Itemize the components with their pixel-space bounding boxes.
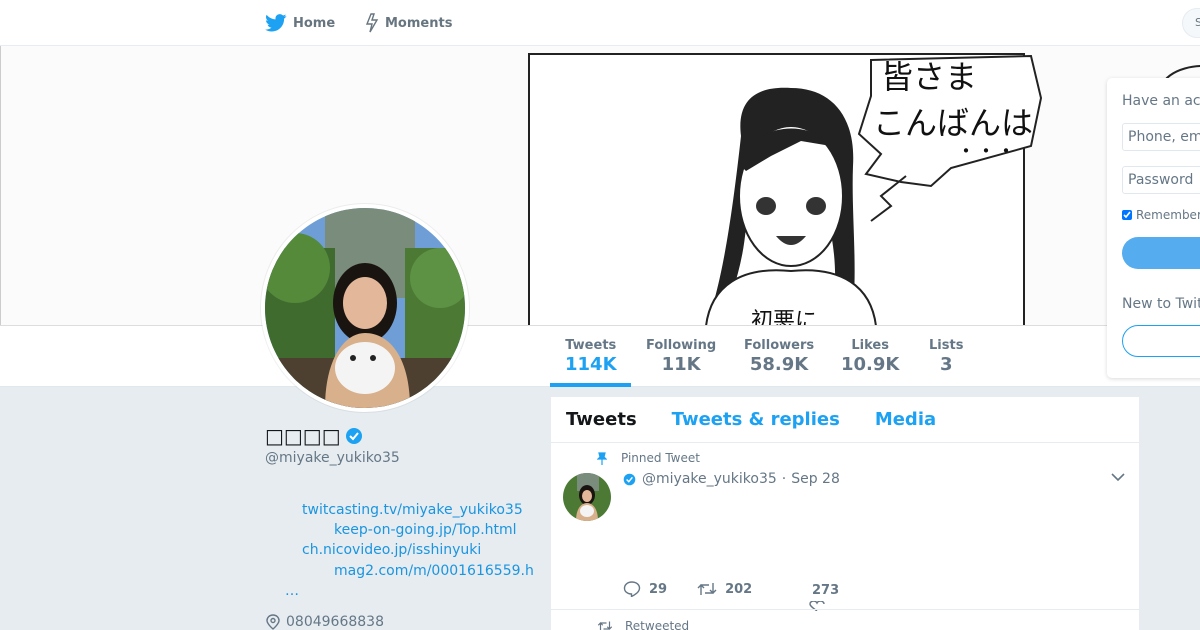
stat-following-value: 11K (661, 354, 701, 375)
login-password-input[interactable] (1122, 166, 1200, 194)
shirt-text: 初悪に (751, 309, 817, 326)
retweet-small-icon (597, 621, 613, 630)
retweeted-context: Retweeted (597, 619, 689, 630)
stat-following-label: Following (646, 338, 717, 353)
remember-me-checkbox[interactable] (1122, 210, 1132, 220)
profile-nav-bar: Tweets 114K Following 11K Followers 58.9… (0, 325, 1200, 387)
stat-tweets-label: Tweets (565, 338, 617, 353)
timeline-tabs: Tweets Tweets & replies Media (551, 397, 1139, 443)
nav-moments-label: Moments (385, 15, 453, 31)
tweet-actions: 29 202 (623, 581, 782, 597)
stat-followers[interactable]: Followers 58.9K (744, 338, 814, 377)
tweet-separator: · (781, 471, 787, 487)
tweet-avatar[interactable] (563, 473, 611, 521)
tweet-avatar-photo (563, 473, 611, 521)
retweet-action[interactable]: 202 (697, 581, 752, 597)
avatar-photo (265, 208, 465, 408)
tweet-header: @miyake_yukiko35 · Sep 28 (623, 471, 840, 487)
banner-manga-illustration: 皆さま こんばんは ・・・ 初悪に (528, 53, 1200, 326)
nav-moments-link[interactable]: Moments (365, 0, 452, 46)
retweet-icon (697, 583, 717, 595)
lightning-bolt-icon (365, 13, 379, 33)
speech-line-1: 皆さま (881, 58, 977, 96)
pin-icon (597, 452, 607, 465)
signup-button[interactable] (1122, 325, 1200, 357)
stat-lists-label: Lists (929, 338, 964, 353)
phone-text: 08049668838 (286, 614, 384, 630)
login-title: Have an account? (1122, 93, 1200, 109)
new-to-twitter: New to Twitter? (1122, 296, 1200, 312)
stat-likes-value: 10.9K (841, 354, 900, 375)
like-count: 273 (812, 583, 840, 598)
tab-media[interactable]: Media (875, 409, 936, 430)
speech-dots: ・・・ (956, 139, 1016, 163)
tab-tweets[interactable]: Tweets (566, 409, 637, 430)
search-box-text: S (1195, 16, 1200, 29)
search-box[interactable]: S (1182, 8, 1200, 38)
twitter-bird-icon (265, 14, 287, 32)
stat-lists-value: 3 (939, 354, 953, 375)
profile-avatar[interactable] (261, 204, 469, 412)
reply-count: 29 (649, 581, 668, 597)
profile-screen-name[interactable]: @miyake_yukiko35 (265, 450, 400, 466)
active-stat-underline (550, 383, 631, 387)
stat-likes[interactable]: Likes 10.9K (841, 338, 899, 377)
tweet-divider (551, 609, 1139, 610)
stat-followers-value: 58.9K (749, 354, 809, 375)
login-panel: Have an account? Remember me New to Twit… (1107, 78, 1200, 378)
nav-home-link[interactable]: Home (265, 0, 335, 46)
remember-me-label: Remember me (1136, 208, 1200, 222)
tweet-handle[interactable]: @miyake_yukiko35 (642, 471, 777, 487)
tweet-date[interactable]: Sep 28 (791, 471, 840, 487)
top-nav: Home Moments S (0, 0, 1200, 46)
stat-followers-label: Followers (744, 338, 815, 353)
stat-following[interactable]: Following 11K (646, 338, 716, 377)
reply-icon (623, 581, 641, 597)
bio-link-keep-on-going[interactable]: keep-on-going.jp/Top.html (334, 522, 517, 538)
bio-link-twitcasting[interactable]: twitcasting.tv/miyake_yukiko35 (302, 502, 523, 518)
stat-tweets[interactable]: Tweets 114K (565, 338, 617, 377)
retweeted-label: Retweeted (625, 619, 690, 630)
stat-tweets-value: 114K (565, 354, 617, 375)
login-username-input[interactable] (1122, 123, 1200, 151)
reply-action[interactable]: 29 (623, 581, 667, 597)
profile-name: □□□□ (265, 424, 363, 448)
verified-badge-icon (623, 473, 636, 485)
timeline: Tweets Tweets & replies Media Pinned Twe… (551, 397, 1139, 630)
speech-line-2: こんばんは (873, 104, 1033, 142)
profile-location: 08049668838 (266, 614, 384, 630)
pinned-tweet-label: Pinned Tweet (621, 451, 700, 465)
chevron-down-icon[interactable] (1111, 472, 1125, 482)
bio-link-nicovideo[interactable]: ch.nicovideo.jp/isshinyuki (302, 542, 481, 558)
profile-name-text: □□□□ (265, 424, 341, 448)
retweet-count: 202 (725, 581, 753, 597)
login-button[interactable] (1122, 237, 1200, 269)
nav-home-label: Home (293, 15, 336, 31)
stat-lists[interactable]: Lists 3 (929, 338, 963, 377)
location-pin-icon (266, 614, 280, 630)
bio-more-ellipsis[interactable]: … (285, 583, 299, 599)
remember-me[interactable]: Remember me (1122, 208, 1200, 222)
verified-badge-icon (345, 428, 362, 444)
stat-likes-label: Likes (851, 338, 889, 353)
tab-tweets-replies[interactable]: Tweets & replies (672, 409, 840, 430)
bio-link-mag2[interactable]: mag2.com/m/0001616559.h (334, 563, 534, 579)
profile-banner: 皆さま こんばんは ・・・ 初悪に (0, 46, 1200, 326)
